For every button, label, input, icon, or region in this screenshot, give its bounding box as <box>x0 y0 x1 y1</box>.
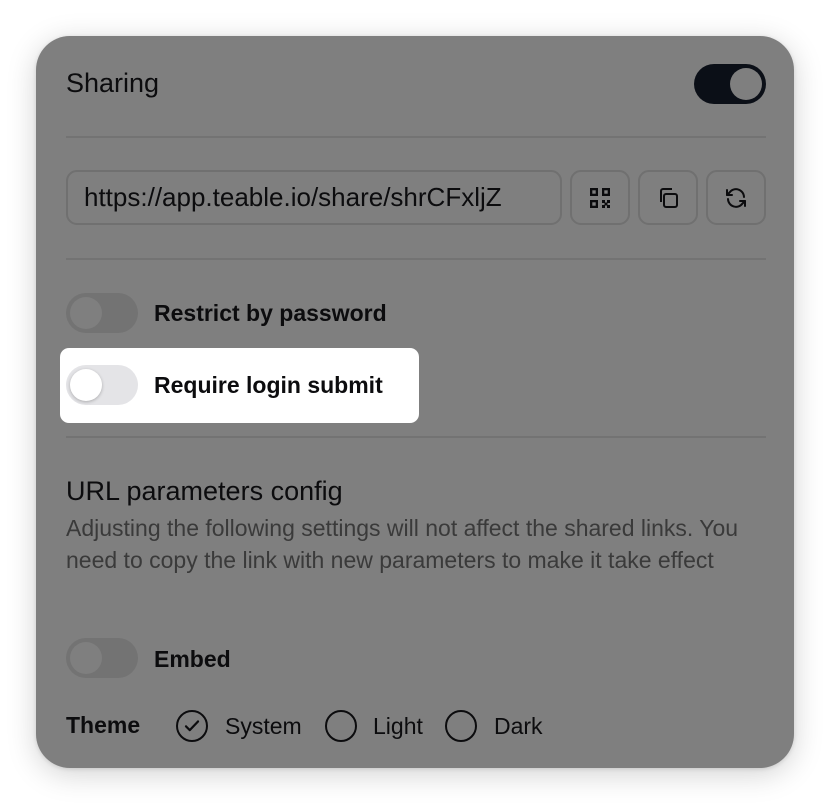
refresh-button[interactable] <box>706 170 766 225</box>
copy-button[interactable] <box>638 170 698 225</box>
divider <box>66 436 766 438</box>
divider <box>66 136 766 138</box>
sharing-toggle[interactable] <box>694 64 766 104</box>
toggle-knob <box>70 297 102 329</box>
theme-system-radio[interactable] <box>176 710 208 742</box>
theme-dark-label: Dark <box>494 713 543 739</box>
theme-label: Theme <box>66 712 141 738</box>
require-login-highlight: Require login submit <box>60 348 419 423</box>
url-params-description: Adjusting the following settings will no… <box>66 515 739 573</box>
require-login-toggle[interactable] <box>66 365 138 405</box>
url-params-title: URL parameters config <box>66 476 343 506</box>
restrict-password-label: Restrict by password <box>154 300 387 326</box>
refresh-icon <box>726 187 746 208</box>
qr-code-button[interactable] <box>570 170 630 225</box>
divider <box>66 258 766 260</box>
copy-icon <box>660 187 678 208</box>
sharing-title: Sharing <box>66 68 160 98</box>
require-login-label: Require login submit <box>154 372 383 398</box>
embed-toggle[interactable] <box>66 638 138 678</box>
share-url-field[interactable]: https://app.teable.io/share/shrCFxljZ <box>66 170 562 225</box>
toggle-knob <box>70 642 102 674</box>
theme-system-label: System <box>225 713 302 739</box>
toggle-knob <box>730 68 762 100</box>
restrict-password-toggle[interactable] <box>66 293 138 333</box>
theme-light-radio[interactable] <box>325 710 357 742</box>
qr-code-icon <box>590 187 610 208</box>
embed-label: Embed <box>154 646 231 672</box>
theme-light-label: Light <box>373 713 423 739</box>
toggle-knob <box>70 369 102 401</box>
share-url-text: https://app.teable.io/share/shrCFxljZ <box>84 182 502 212</box>
check-icon <box>184 720 200 732</box>
theme-dark-radio[interactable] <box>445 710 477 742</box>
